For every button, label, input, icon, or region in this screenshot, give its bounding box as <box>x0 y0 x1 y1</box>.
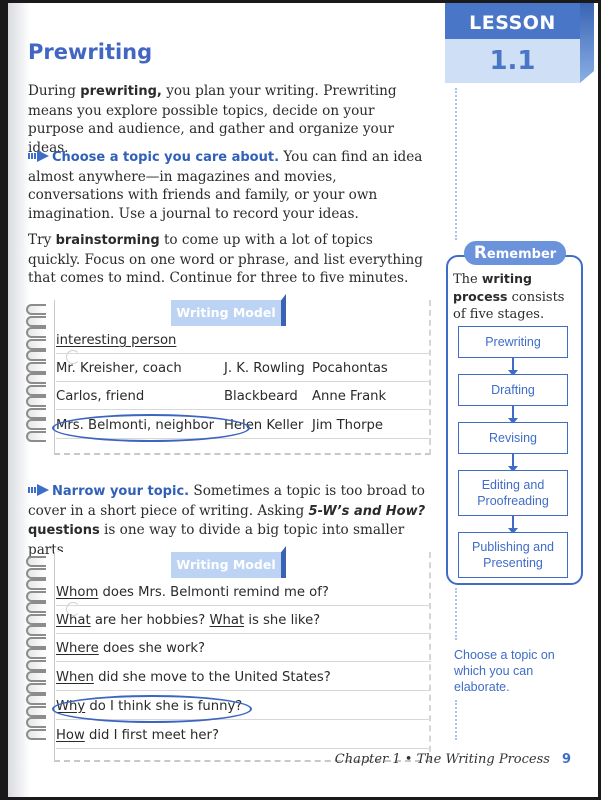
spiral-binding-icon <box>26 556 52 740</box>
dotted-guide-line <box>455 588 457 640</box>
writing-model-notebook-2: Writing Model Whom does Mrs. Belmonti re… <box>26 546 431 762</box>
lesson-number: 1.1 <box>445 39 580 83</box>
remember-tab: Remember <box>464 241 566 265</box>
term-brainstorming: brainstorming <box>55 233 160 248</box>
stage-drafting: Drafting <box>458 374 568 406</box>
lesson-badge: LESSON 1.1 <box>445 3 594 83</box>
intro-paragraph: During prewriting, you plan your writing… <box>28 83 397 156</box>
lesson-label: LESSON <box>445 3 580 39</box>
list-item: Blackbeard <box>224 389 298 404</box>
writing-model-label: Writing Model <box>171 552 281 578</box>
stage-publishing-presenting: Publishing and Presenting <box>458 532 568 578</box>
notebook-line: Mr. Kreisher, coach J. K. Rowling Pocaho… <box>56 357 431 382</box>
question-line: Where does she work? <box>56 637 431 662</box>
side-tip: Choose a topic on which you can elaborat… <box>454 648 555 694</box>
remember-text: The writing process consists of five sta… <box>453 271 565 322</box>
list-heading: interesting person <box>56 333 177 348</box>
arrow-bullet-icon <box>28 484 50 496</box>
flow-arrow-icon <box>508 454 518 472</box>
notebook-line: interesting person <box>56 329 431 354</box>
chapter-title: Chapter 1 • The Writing Process <box>334 752 550 767</box>
list-item: Jim Thorpe <box>312 418 383 433</box>
stage-revising: Revising <box>458 422 568 454</box>
list-item: Mr. Kreisher, coach <box>56 361 182 376</box>
question-line: How did I first meet her? <box>56 724 431 749</box>
label-flag-icon <box>281 294 286 326</box>
stage-prewriting: Prewriting <box>458 326 568 358</box>
list-item: Carlos, friend <box>56 389 145 404</box>
arrow-bullet-icon <box>28 150 50 162</box>
tip-choose-topic: Choose a topic you care about. You can f… <box>28 149 423 222</box>
term-prewriting: prewriting, <box>80 84 162 99</box>
writing-model-label: Writing Model <box>171 300 281 326</box>
question-line: Whom does Mrs. Belmonti remind me of? <box>56 581 431 606</box>
brainstorm-paragraph: Try brainstorming to come up with a lot … <box>28 232 423 286</box>
lesson-badge-3d-side <box>580 3 594 83</box>
stage-editing-proofreading: Editing and Proofreading <box>458 470 568 516</box>
flow-arrow-icon <box>508 358 518 376</box>
list-item: Pocahontas <box>312 361 388 376</box>
question-line: When did she move to the United States? <box>56 666 431 691</box>
spiral-binding-icon <box>26 304 52 442</box>
flow-arrow-icon <box>508 516 518 534</box>
writing-model-notebook-1: Writing Model interesting person Mr. Kre… <box>26 294 431 455</box>
list-item: Anne Frank <box>312 389 387 404</box>
selection-circle <box>52 414 250 442</box>
page-footer: Chapter 1 • The Writing Process 9 <box>335 752 571 767</box>
dotted-guide-line <box>455 88 457 240</box>
flow-arrow-icon <box>508 406 518 424</box>
page-title: Prewriting <box>28 40 153 64</box>
tip-narrow-topic: Narrow your topic. Sometimes a topic is … <box>28 483 426 558</box>
question-line: What are her hobbies? What is she like? <box>56 609 431 634</box>
list-item: J. K. Rowling <box>224 361 305 376</box>
dotted-guide-line <box>455 700 457 740</box>
page-number: 9 <box>561 752 571 767</box>
notebook-line: Carlos, friend Blackbeard Anne Frank <box>56 385 431 410</box>
selection-circle <box>52 695 252 723</box>
